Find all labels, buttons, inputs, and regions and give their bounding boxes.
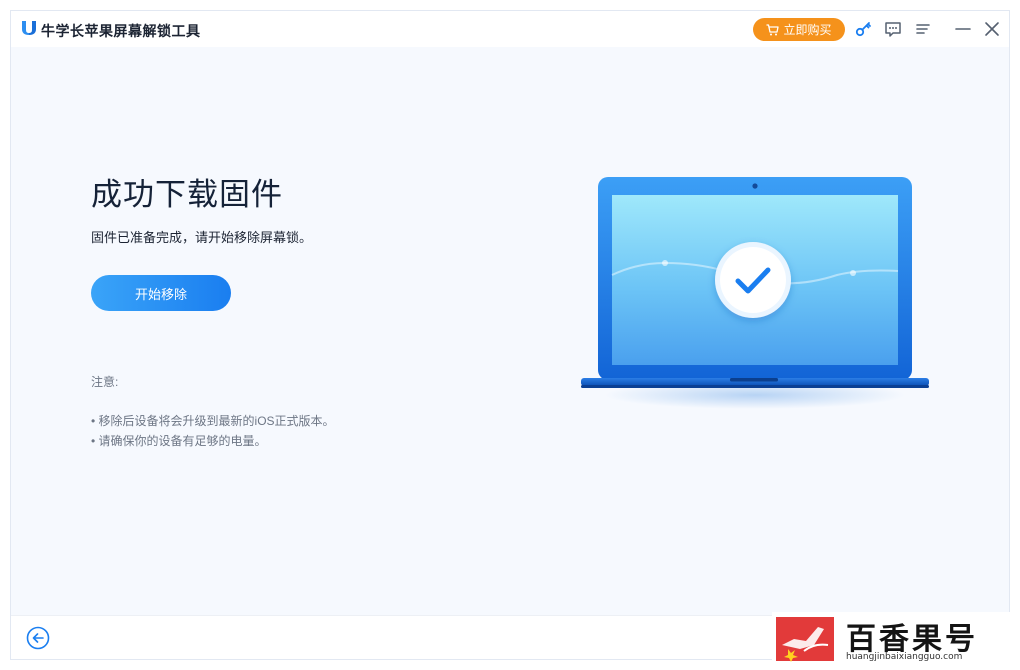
app-logo-icon: [22, 21, 36, 35]
app-window: 牛学长苹果屏幕解锁工具 立即购买 成功下载固件 固件已准备完成，请开始移除屏幕锁…: [10, 10, 1010, 660]
key-icon[interactable]: [854, 20, 872, 38]
close-icon[interactable]: [983, 20, 1001, 38]
watermark-url: huangjinbaixiangguo.com: [846, 652, 963, 662]
minimize-icon[interactable]: [954, 20, 972, 38]
menu-icon[interactable]: [914, 20, 932, 38]
note-item: • 移除后设备将会升级到最新的iOS正式版本。: [91, 414, 335, 428]
page-title: 成功下载固件: [91, 177, 283, 212]
buy-now-button[interactable]: 立即购买: [753, 18, 845, 41]
title-bar: 牛学长苹果屏幕解锁工具 立即购买: [11, 11, 1009, 47]
check-badge: [715, 242, 791, 318]
note-label: 注意:: [91, 375, 119, 389]
app-title: 牛学长苹果屏幕解锁工具: [41, 23, 201, 39]
cart-icon: [766, 23, 780, 35]
laptop-illustration: [581, 177, 929, 409]
page-subtitle: 固件已准备完成，请开始移除屏幕锁。: [91, 230, 313, 245]
message-icon[interactable]: [884, 20, 902, 38]
buy-now-label: 立即购买: [783, 23, 832, 37]
note-item: • 请确保你的设备有足够的电量。: [91, 434, 267, 448]
start-remove-button[interactable]: 开始移除: [91, 275, 231, 311]
watermark-logo-icon: [776, 617, 834, 662]
back-arrow-icon[interactable]: [26, 626, 50, 650]
watermark: 百香果号 huangjinbaixiangguo.com: [772, 612, 1020, 670]
